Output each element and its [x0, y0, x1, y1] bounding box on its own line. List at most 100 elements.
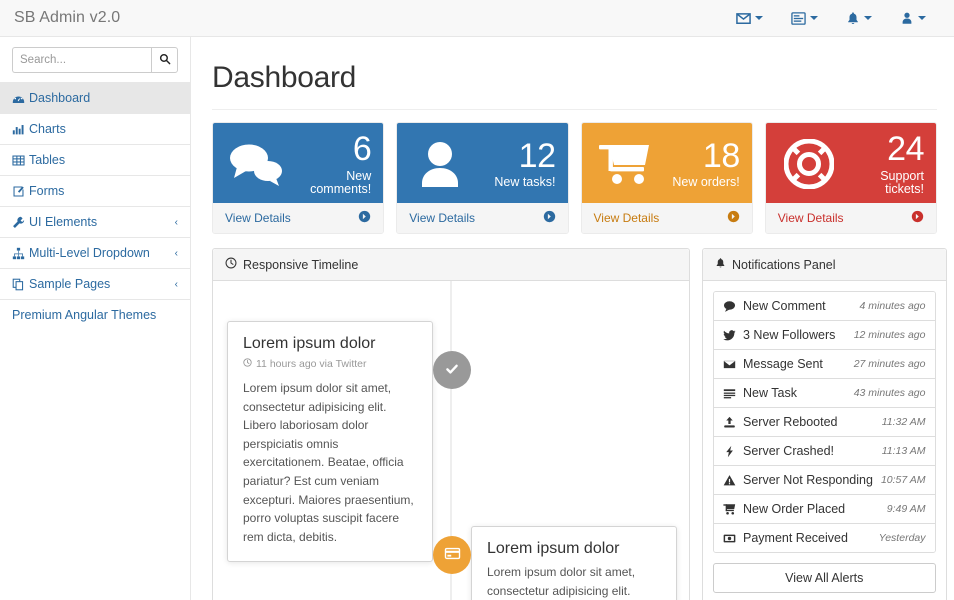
sidebar-item-charts[interactable]: Charts — [0, 113, 190, 144]
stat-card-new-tasks[interactable]: 12 New tasks! View Details — [396, 122, 568, 234]
arrow-circle-right-icon — [358, 210, 371, 226]
view-all-alerts-button[interactable]: View All Alerts — [713, 563, 936, 593]
timeline-card-body: Lorem ipsum dolor sit amet, consectetur … — [243, 379, 417, 546]
stat-cards-row: 6 New comments! View Details — [191, 110, 954, 234]
user-icon — [900, 11, 914, 26]
notification-time: 11:13 AM — [882, 445, 926, 457]
timeline-badge — [433, 536, 471, 574]
sidebar-item-label: Premium Angular Themes — [12, 308, 156, 322]
user-icon — [409, 141, 471, 187]
notification-time: 12 minutes ago — [854, 329, 926, 341]
stat-card-new-comments[interactable]: 6 New comments! View Details — [212, 122, 384, 234]
arrow-circle-right-icon — [727, 210, 740, 226]
sidebar-item-ui-elements[interactable]: UI Elements ‹ — [0, 206, 190, 237]
stat-card-text: 12 New tasks! — [471, 139, 555, 190]
stat-card-number: 18 — [656, 139, 740, 175]
stat-card-label: New comments! — [287, 170, 371, 196]
page-title: Dashboard — [191, 37, 954, 109]
edit-icon — [12, 185, 29, 198]
list-item[interactable]: 3 New Followers 12 minutes ago — [714, 321, 935, 350]
stat-card-footer[interactable]: View Details — [582, 203, 752, 233]
timeline-panel-heading: Responsive Timeline — [213, 249, 689, 281]
chevron-left-icon: ‹ — [175, 248, 178, 259]
list-item[interactable]: Server Rebooted 11:32 AM — [714, 408, 935, 437]
notification-time: 10:57 AM — [881, 474, 926, 486]
tasks-icon — [723, 387, 743, 400]
bolt-icon — [723, 445, 743, 458]
list-item[interactable]: New Task 43 minutes ago — [714, 379, 935, 408]
notification-label: New Order Placed — [743, 502, 879, 516]
arrow-circle-right-icon — [911, 210, 924, 226]
view-details-label: View Details — [409, 211, 542, 225]
brand-title[interactable]: SB Admin v2.0 — [0, 0, 120, 36]
shopping-cart-icon — [723, 503, 743, 516]
view-details-label: View Details — [225, 211, 358, 225]
stat-card-new-orders[interactable]: 18 New orders! View Details — [581, 122, 753, 234]
timeline-item[interactable]: Lorem ipsum dolor 11 hours ago via Twitt… — [227, 321, 433, 562]
wrench-icon — [12, 216, 29, 229]
tasks-dropdown[interactable] — [777, 0, 832, 36]
notification-time: 27 minutes ago — [854, 358, 926, 370]
notification-time: 43 minutes ago — [854, 387, 926, 399]
stat-card-body: 12 New tasks! — [397, 123, 567, 203]
sidebar-item-forms[interactable]: Forms — [0, 175, 190, 206]
notifications-panel: Notifications Panel New Comment 4 minute… — [702, 248, 947, 600]
sidebar-item-tables[interactable]: Tables — [0, 144, 190, 175]
shopping-cart-icon — [594, 141, 656, 187]
search-button[interactable] — [151, 47, 178, 73]
sidebar-item-multi-level-dropdown[interactable]: Multi-Level Dropdown ‹ — [0, 237, 190, 268]
stat-card-number: 6 — [287, 132, 371, 168]
notifications-list: New Comment 4 minutes ago 3 New Follower… — [713, 291, 936, 553]
timeline-card-meta: 11 hours ago via Twitter — [243, 358, 417, 370]
list-item[interactable]: Server Not Responding 10:57 AM — [714, 466, 935, 495]
alerts-dropdown[interactable] — [832, 0, 886, 36]
list-item[interactable]: Payment Received Yesterday — [714, 524, 935, 552]
stat-card-footer[interactable]: View Details — [766, 203, 936, 233]
credit-card-icon — [444, 545, 461, 565]
stat-card-label: Support tickets! — [840, 170, 924, 196]
sidebar-item-label: Tables — [29, 153, 65, 167]
notification-label: Server Rebooted — [743, 415, 874, 429]
list-item[interactable]: Server Crashed! 11:13 AM — [714, 437, 935, 466]
stat-card-number: 24 — [840, 132, 924, 168]
sidebar-item-label: Sample Pages — [29, 277, 110, 291]
search-input[interactable] — [12, 47, 151, 73]
stat-card-footer[interactable]: View Details — [213, 203, 383, 233]
notifications-panel-heading: Notifications Panel — [703, 249, 946, 281]
files-icon — [12, 278, 29, 291]
envelope-icon — [736, 11, 751, 26]
stat-card-text: 18 New orders! — [656, 139, 740, 190]
view-details-label: View Details — [594, 211, 727, 225]
bar-chart-icon — [12, 123, 29, 136]
table-icon — [12, 154, 29, 167]
notification-time: 9:49 AM — [887, 503, 926, 515]
notification-time: Yesterday — [879, 532, 926, 544]
sidebar-nav: Dashboard Charts Tables Forms UI Element — [0, 82, 190, 330]
chevron-left-icon: ‹ — [175, 279, 178, 290]
sidebar-item-sample-pages[interactable]: Sample Pages ‹ — [0, 268, 190, 299]
sidebar-item-dashboard[interactable]: Dashboard — [0, 82, 190, 113]
stat-card-footer[interactable]: View Details — [397, 203, 567, 233]
notifications-body: New Comment 4 minutes ago 3 New Follower… — [703, 281, 946, 600]
timeline-item[interactable]: Lorem ipsum dolor Lorem ipsum dolor sit … — [471, 526, 677, 600]
notification-label: Message Sent — [743, 357, 846, 371]
user-dropdown[interactable] — [886, 0, 940, 36]
notification-label: Server Not Responding — [743, 473, 873, 487]
bell-icon — [715, 257, 726, 272]
list-item[interactable]: New Order Placed 9:49 AM — [714, 495, 935, 524]
list-item[interactable]: Message Sent 27 minutes ago — [714, 350, 935, 379]
sidebar-item-label: Forms — [29, 184, 64, 198]
stat-card-support-tickets[interactable]: 24 Support tickets! View Details — [765, 122, 937, 234]
list-item[interactable]: New Comment 4 minutes ago — [714, 292, 935, 321]
navbar-right-items — [722, 0, 954, 36]
chevron-down-icon — [864, 16, 872, 20]
clock-icon — [243, 358, 252, 370]
top-navbar: SB Admin v2.0 — [0, 0, 954, 37]
sidebar-search — [0, 37, 190, 82]
timeline-panel-title: Responsive Timeline — [243, 258, 358, 272]
envelope-icon — [723, 358, 743, 371]
messages-dropdown[interactable] — [722, 0, 777, 36]
sidebar-item-label: UI Elements — [29, 215, 97, 229]
sidebar-item-premium-angular-themes[interactable]: Premium Angular Themes — [0, 299, 190, 330]
timeline-card-body: Lorem ipsum dolor sit amet, consectetur … — [487, 563, 661, 600]
